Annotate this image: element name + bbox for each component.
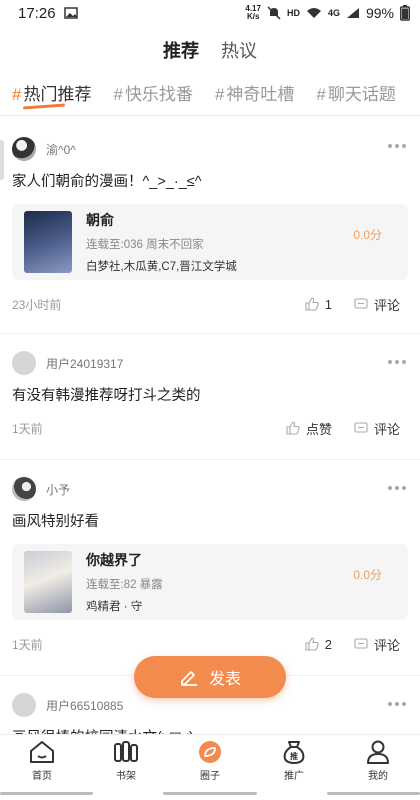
topic-tabs: # 热门推荐 # 快乐找番 # 神奇吐槽 # 聊天话题	[0, 70, 420, 116]
comic-score: 0.0分	[353, 568, 382, 582]
pen-icon	[180, 671, 197, 686]
post-item[interactable]: 用户24019317 有没有韩漫推荐呀打斗之类的 1天前 点赞 评论	[0, 334, 420, 460]
comic-title: 朝俞	[86, 212, 114, 228]
circle-icon	[199, 741, 221, 763]
comment-button[interactable]: 评论	[354, 419, 400, 438]
topic-rant[interactable]: # 神奇吐槽	[215, 80, 294, 105]
home-icon	[30, 741, 54, 763]
comic-title: 你越界了	[86, 552, 142, 568]
bookshelf-icon	[114, 741, 138, 762]
post-time: 1天前	[12, 637, 43, 652]
network-speed: 4.17 K/s	[245, 4, 261, 21]
topic-chat[interactable]: # 聊天话题	[316, 80, 395, 105]
comic-tags: 鸡精君 · 守	[86, 601, 143, 613]
profile-icon	[367, 740, 389, 764]
hd-indicator: HD	[286, 8, 300, 18]
thumbs-up-icon	[305, 297, 319, 311]
top-tabs: 推荐 热议	[0, 30, 420, 70]
publish-label: 发表	[208, 671, 241, 688]
comic-card[interactable]: 你越界了 连载至:82 暴露 鸡精君 · 守	[12, 544, 408, 620]
avatar[interactable]	[12, 137, 36, 161]
post-time: 1天前	[12, 421, 43, 436]
post-text: 有没有韩漫推荐呀打斗之类的	[12, 388, 201, 404]
more-options-icon[interactable]	[388, 702, 406, 706]
tab-hot-discussion[interactable]: 热议	[221, 37, 257, 63]
gallery-notification-icon	[63, 7, 78, 19]
comment-icon	[354, 298, 368, 309]
network-type: 4G	[327, 8, 340, 18]
like-button[interactable]: 点赞	[286, 419, 332, 438]
comment-icon	[354, 638, 368, 649]
bottom-navigation: 首页 书架 圈子 推 推广 我的	[0, 734, 420, 786]
thumbs-up-icon	[286, 421, 300, 435]
like-button[interactable]: 2	[305, 637, 332, 652]
comic-update-status: 连载至:82 暴露	[86, 579, 163, 591]
wifi-icon	[306, 8, 321, 18]
tab-recommend[interactable]: 推荐	[163, 37, 199, 65]
battery-icon	[400, 5, 410, 21]
post-username[interactable]: 小予	[46, 481, 70, 498]
comment-button[interactable]: 评论	[354, 635, 400, 654]
post-time: 23小时前	[12, 297, 62, 312]
comic-update-status: 连载至:036 周末不回家	[86, 239, 204, 251]
status-time: 17:26	[18, 4, 56, 22]
post-item[interactable]: 渝^0^ 家人们朝俞的漫画！^_>_·_≤^ 朝俞 连载至:036 周末不回家 …	[0, 128, 420, 334]
nav-promote[interactable]: 推 推广	[264, 739, 324, 782]
system-navigation-bar	[0, 786, 420, 800]
nav-home[interactable]: 首页	[12, 739, 72, 782]
svg-text:推: 推	[290, 751, 298, 761]
more-options-icon[interactable]	[388, 360, 406, 364]
post-username[interactable]: 用户66510885	[46, 697, 123, 714]
more-options-icon[interactable]	[388, 144, 406, 148]
more-options-icon[interactable]	[388, 486, 406, 490]
comic-cover-image	[24, 211, 72, 273]
promote-icon: 推	[283, 741, 305, 765]
comment-icon	[354, 422, 368, 433]
topic-find-anime[interactable]: # 快乐找番	[113, 80, 192, 105]
avatar[interactable]	[12, 693, 36, 717]
like-button[interactable]: 1	[305, 297, 332, 312]
publish-button[interactable]: 发表	[134, 656, 286, 698]
nav-bookshelf[interactable]: 书架	[96, 739, 156, 782]
post-text: 家人们朝俞的漫画！^_>_·_≤^	[12, 174, 202, 190]
post-item[interactable]: 小予 画风特别好看 你越界了 连载至:82 暴露 鸡精君 · 守 0.0分 1天…	[0, 460, 420, 676]
post-text: 画风特别好看	[12, 514, 99, 530]
topic-hot-recommend[interactable]: # 热门推荐	[12, 80, 91, 105]
avatar[interactable]	[12, 477, 36, 501]
comic-cover-image	[24, 551, 72, 613]
comic-tags: 白梦社,木瓜黄,C7,晋江文学城	[86, 261, 237, 273]
battery-level: 99%	[365, 5, 394, 21]
comment-button[interactable]: 评论	[354, 295, 400, 314]
nav-circle[interactable]: 圈子	[180, 739, 240, 782]
post-username[interactable]: 用户24019317	[46, 355, 123, 372]
mute-icon	[267, 6, 281, 20]
nav-profile[interactable]: 我的	[348, 739, 408, 782]
comic-card[interactable]: 朝俞 连载至:036 周末不回家 白梦社,木瓜黄,C7,晋江文学城	[12, 204, 408, 280]
thumbs-up-icon	[305, 637, 319, 651]
avatar[interactable]	[12, 351, 36, 375]
signal-icon	[346, 8, 359, 18]
status-bar: 17:26 4.17 K/s HD 4G 99%	[0, 0, 420, 26]
post-username[interactable]: 渝^0^	[46, 141, 76, 158]
comic-score: 0.0分	[353, 228, 382, 242]
